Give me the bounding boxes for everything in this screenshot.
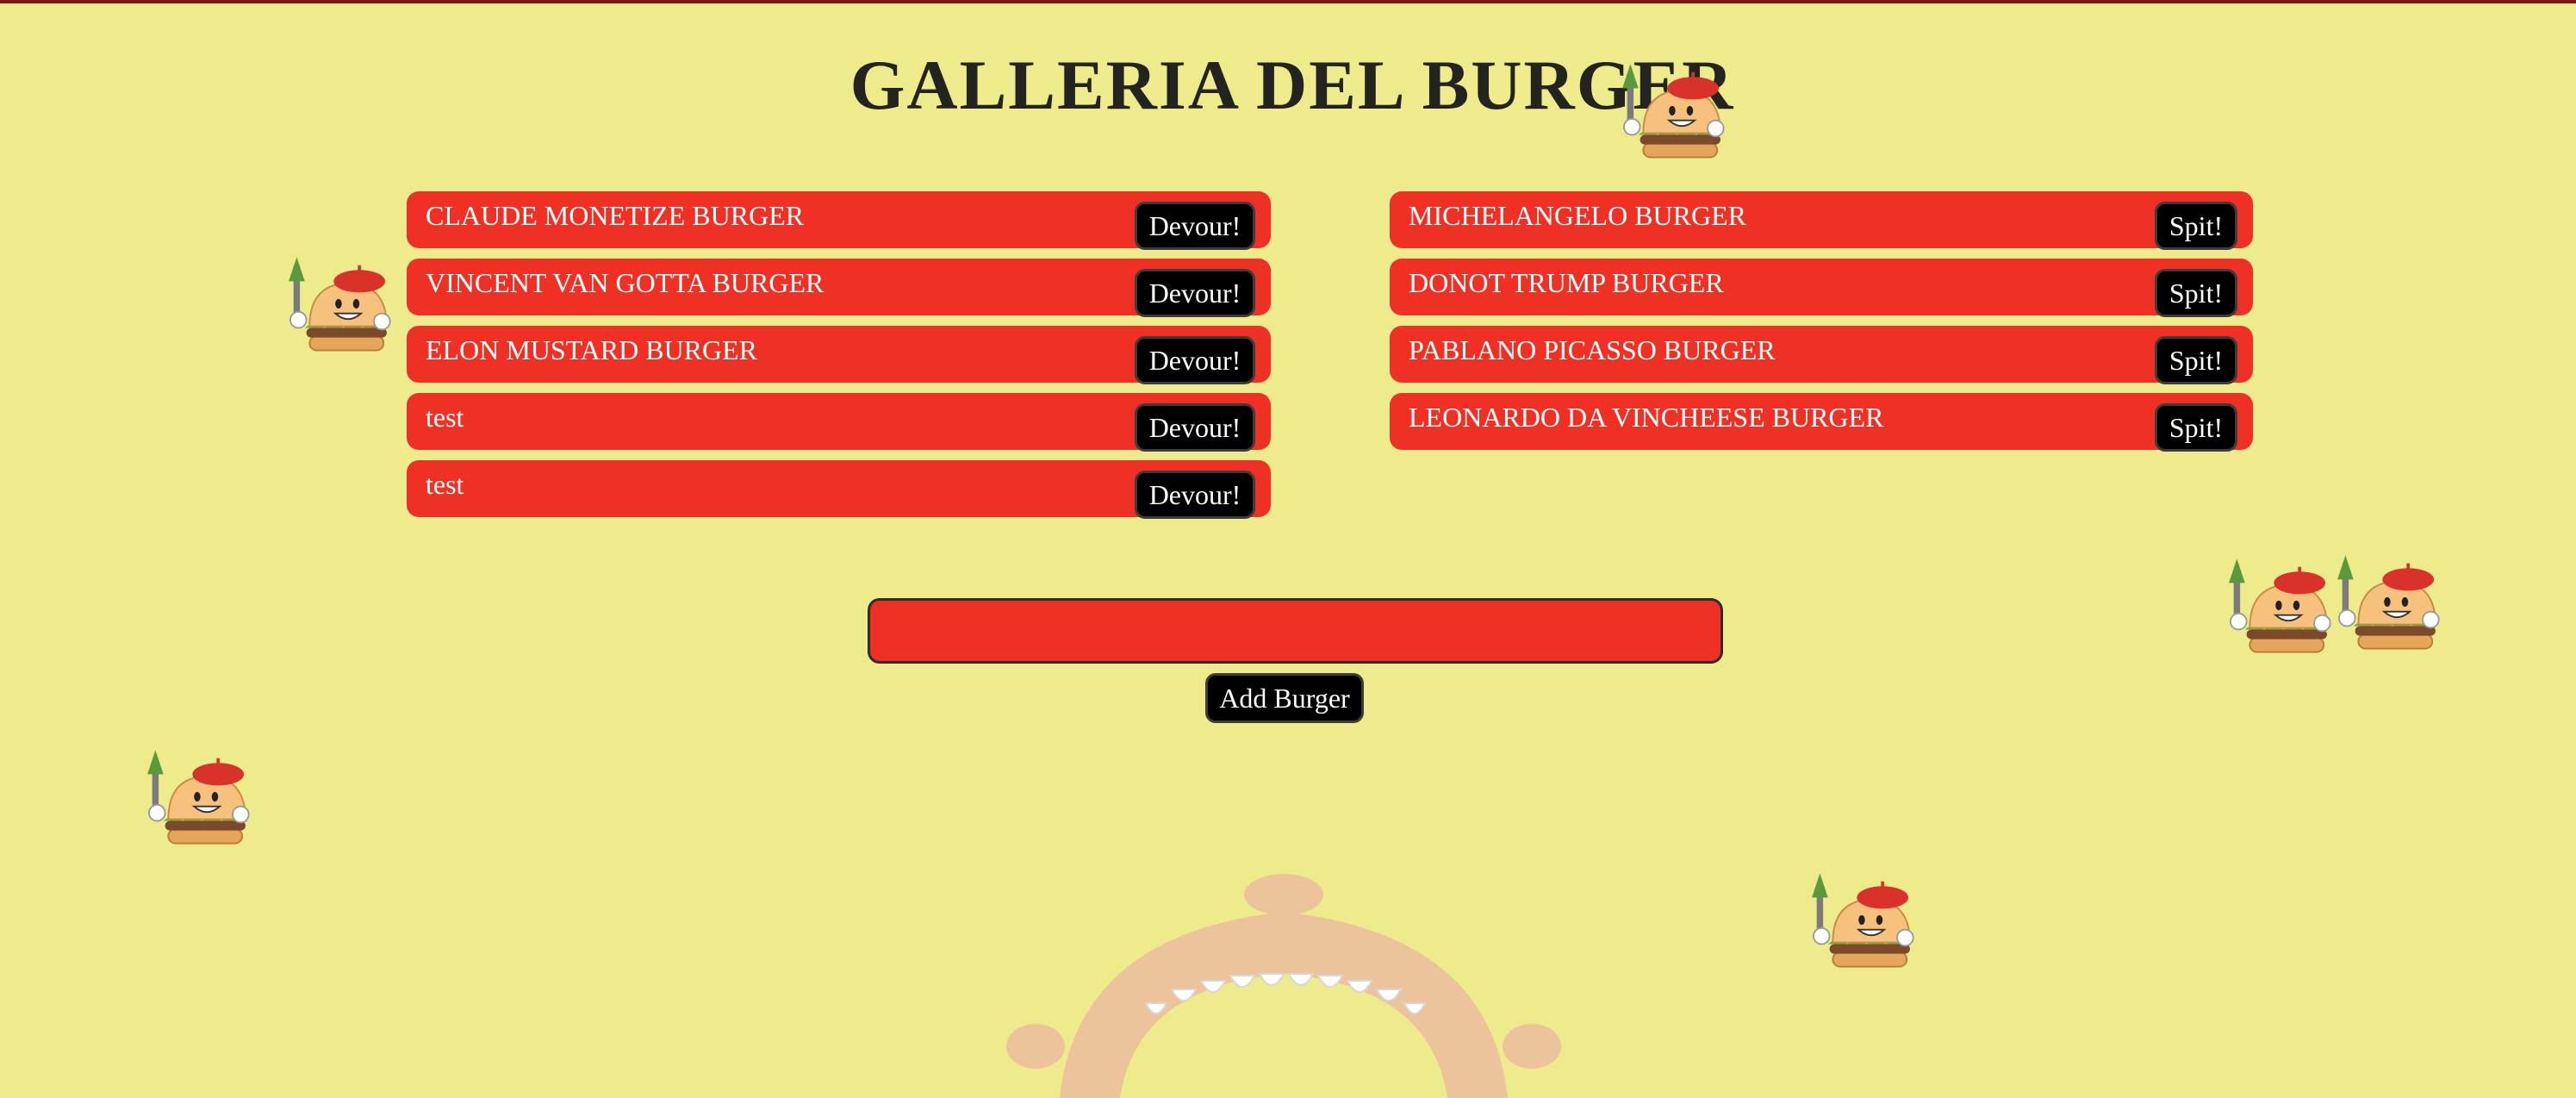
uneaten-burger-list: CLAUDE MONETIZE BURGER Devour! VINCENT V… <box>407 191 1271 527</box>
burger-artist-mascot-icon <box>2336 554 2440 650</box>
burger-artist-mascot-icon <box>1621 63 1725 159</box>
burger-artist-mascot-icon <box>288 256 391 352</box>
open-mouth-icon <box>1006 874 1561 1098</box>
devour-button[interactable]: Devour! <box>1135 403 1255 452</box>
burger-name: test <box>426 402 464 433</box>
page-title: GALLERIA DEL BURGER <box>849 46 1735 124</box>
devour-button[interactable]: Devour! <box>1135 202 1255 250</box>
spit-button[interactable]: Spit! <box>2155 202 2237 250</box>
burger-name: test <box>426 469 464 500</box>
burger-name: VINCENT VAN GOTTA BURGER <box>426 267 824 298</box>
burger-item: DONOT TRUMP BURGER Spit! <box>1390 259 2253 317</box>
spit-button[interactable]: Spit! <box>2155 269 2237 317</box>
burger-name-input[interactable] <box>868 598 1723 664</box>
burger-item: PABLANO PICASSO BURGER Spit! <box>1390 326 2253 384</box>
burger-item: LEONARDO DA VINCHEESE BURGER Spit! <box>1390 393 2253 452</box>
devoured-burger-list: MICHELANGELO BURGER Spit! DONOT TRUMP BU… <box>1390 191 2253 460</box>
burger-name: ELON MUSTARD BURGER <box>426 334 758 365</box>
burger-name: DONOT TRUMP BURGER <box>1409 267 1724 298</box>
burger-item: CLAUDE MONETIZE BURGER Devour! <box>407 191 1271 250</box>
devour-button[interactable]: Devour! <box>1135 471 1255 519</box>
spit-button[interactable]: Spit! <box>2155 336 2237 384</box>
devour-button[interactable]: Devour! <box>1135 269 1255 317</box>
burger-artist-mascot-icon <box>2228 558 2331 653</box>
spit-button[interactable]: Spit! <box>2155 403 2237 452</box>
burger-artist-mascot-icon <box>146 749 250 845</box>
burger-artist-mascot-icon <box>1811 872 1914 968</box>
burger-name: MICHELANGELO BURGER <box>1409 200 1746 231</box>
burger-name: CLAUDE MONETIZE BURGER <box>426 200 805 231</box>
burger-name: LEONARDO DA VINCHEESE BURGER <box>1409 402 1884 433</box>
burger-item: ELON MUSTARD BURGER Devour! <box>407 326 1271 384</box>
burger-name: PABLANO PICASSO BURGER <box>1409 334 1776 365</box>
burger-item: test Devour! <box>407 460 1271 519</box>
devour-button[interactable]: Devour! <box>1135 336 1255 384</box>
burger-item: MICHELANGELO BURGER Spit! <box>1390 191 2253 250</box>
burger-item: test Devour! <box>407 393 1271 452</box>
burger-item: VINCENT VAN GOTTA BURGER Devour! <box>407 259 1271 317</box>
add-burger-button[interactable]: Add Burger <box>1205 673 1364 723</box>
